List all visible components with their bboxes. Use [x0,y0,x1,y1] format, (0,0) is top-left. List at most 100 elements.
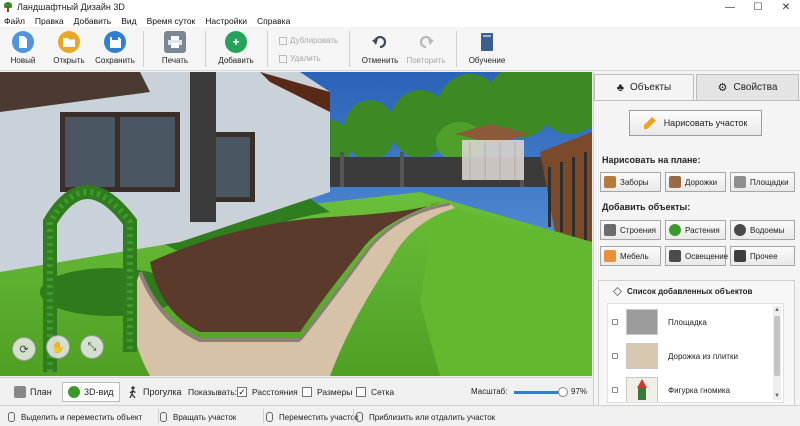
printer-icon [164,31,186,53]
print-button[interactable]: Печать [152,31,198,69]
delete-button[interactable]: Удалить [279,54,321,63]
zoom-slider-knob[interactable] [557,387,568,397]
checkbox-unchecked[interactable] [356,387,366,397]
tree-icon: ♣ [616,81,624,94]
toolbar-separator [205,31,206,67]
plan-icon [14,386,26,398]
zoom-slider-fill [514,391,563,394]
redo-button[interactable]: Повторить [403,31,449,69]
toolbar-separator [349,31,350,67]
plants-button[interactable]: Растения [665,220,726,240]
status-separator [353,409,354,423]
draw-plot-button[interactable]: Нарисовать участок [629,110,762,136]
scroll-thumb[interactable] [774,316,780,376]
add-objects-title: Добавить объекты: [602,202,691,212]
draw-on-plan-title: Нарисовать на плане: [602,155,701,165]
close-button[interactable]: ✕ [772,0,800,14]
maximize-button[interactable]: ☐ [744,0,772,14]
minimize-button[interactable]: — [716,0,744,14]
plus-icon: + [225,31,247,53]
duplicate-button[interactable]: Дублировать [279,36,338,45]
fences-button[interactable]: Заборы [600,172,661,192]
menu-add[interactable]: Добавить [74,16,112,26]
add-button[interactable]: + Добавить [213,31,259,69]
menu-file[interactable]: Файл [4,16,25,26]
building-icon [604,224,616,236]
tab-properties[interactable]: ⚙ Свойства [696,74,799,100]
3d-viewport[interactable]: ⟳ ✋ ⤡ [0,72,592,376]
status-separator [263,409,264,423]
object-thumbnail [626,309,658,335]
mouse-icon [8,412,15,422]
toolbar-separator [267,31,268,67]
list-item[interactable]: Дорожка из плитки [608,340,773,372]
added-objects-list: Список добавленных объектов Площадка Дор… [598,280,795,406]
hint-zoom: Приблизить или отдалить участок [356,412,495,422]
list-item[interactable]: Фигурка гномика [608,374,773,402]
menu-view[interactable]: Вид [121,16,136,26]
book-icon [476,31,498,53]
pond-icon [734,224,746,236]
new-button[interactable]: Новый [0,31,46,69]
object-thumbnail [626,343,658,369]
zoom-value: 97% [571,387,588,396]
open-button[interactable]: Открыть [46,31,92,69]
objects-list[interactable]: Площадка Дорожка из плитки Фигурка гноми… [607,303,784,403]
rotate-camera-icon[interactable]: ⟳ [12,337,36,361]
toolbar-separator [456,31,457,67]
path-icon [669,176,681,188]
menu-settings[interactable]: Настройки [205,16,247,26]
list-scrollbar[interactable]: ▲ ▼ [773,306,781,400]
lock-icon[interactable] [612,353,618,359]
platform-icon [734,176,746,188]
menu-edit[interactable]: Правка [35,16,64,26]
grid-checkbox[interactable]: Сетка [356,387,394,397]
lock-icon[interactable] [612,387,618,393]
toolbar: Новый Открыть Сохранить Печать + Добавит… [0,27,800,71]
app-tree-icon [3,2,13,12]
furniture-button[interactable]: Мебель [600,246,661,266]
tab-3d-view[interactable]: 3D-вид [62,382,120,402]
trash-icon [279,54,287,63]
hint-pan: Переместить участок [266,412,358,422]
mouse-icon [356,412,363,422]
paths-button[interactable]: Дорожки [665,172,726,192]
pan-hand-icon[interactable]: ✋ [46,335,70,359]
toolbar-separator [143,31,144,67]
undo-button[interactable]: Отменить [357,31,403,69]
checkbox-unchecked[interactable] [302,387,312,397]
platforms-button[interactable]: Площадки [730,172,795,192]
menu-help[interactable]: Справка [257,16,290,26]
list-item[interactable]: Площадка [608,306,773,338]
lighting-button[interactable]: Освещение [665,246,728,266]
garden-scene [0,72,592,376]
buildings-button[interactable]: Строения [600,220,661,240]
show-label: Показывать: [188,387,238,397]
lighting-icon [669,250,681,262]
zoom-camera-icon[interactable]: ⤡ [80,335,104,359]
tab-plan[interactable]: План [8,382,58,402]
pencil-icon [643,117,656,129]
scroll-down-icon[interactable]: ▼ [773,392,781,400]
dimensions-checkbox[interactable]: Размеры [302,387,352,397]
status-bar: Выделить и переместить объект Вращать уч… [0,405,800,426]
menu-bar: Файл Правка Добавить Вид Время суток Нас… [0,14,800,27]
hint-select-move: Выделить и переместить объект [8,412,142,422]
menu-time-of-day[interactable]: Время суток [147,16,196,26]
zoom-label: Масштаб: [471,387,508,396]
misc-button[interactable]: Прочее [730,246,795,266]
ponds-button[interactable]: Водоемы [730,220,795,240]
floppy-icon [104,31,126,53]
zoom-slider[interactable] [514,387,568,397]
tab-objects[interactable]: ♣ Объекты [594,74,694,100]
tab-walk[interactable]: Прогулка [121,382,187,402]
tree-3d-icon [68,386,80,398]
checkbox-checked[interactable]: ✓ [237,387,247,397]
lock-icon[interactable] [612,319,618,325]
save-button[interactable]: Сохранить [92,31,138,69]
scroll-up-icon[interactable]: ▲ [773,306,781,314]
gnome-thumbnail [626,377,658,402]
distances-checkbox[interactable]: ✓ Расстояния [237,387,298,397]
walk-icon [127,386,139,399]
training-button[interactable]: Обучение [464,31,510,69]
